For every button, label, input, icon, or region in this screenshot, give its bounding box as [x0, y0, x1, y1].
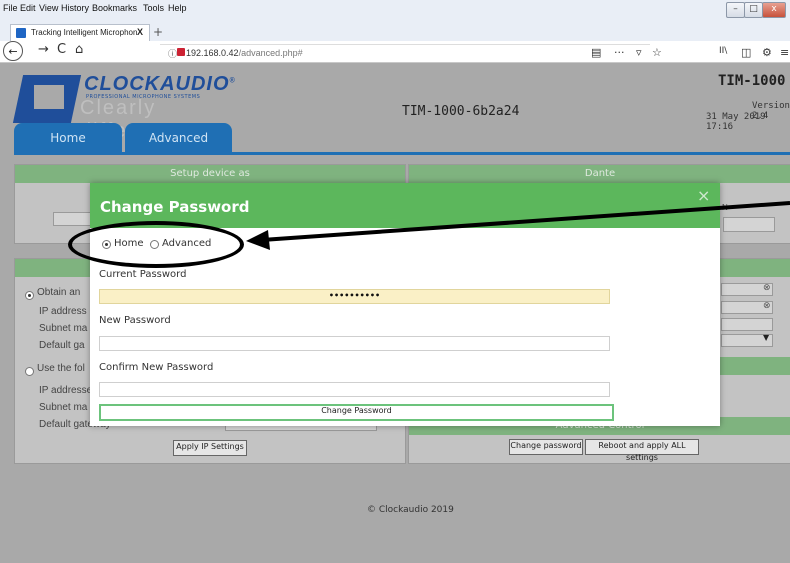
- subnet-mask-label: Subnet ma: [39, 323, 88, 334]
- menu-help[interactable]: Help: [168, 3, 187, 13]
- reader-icon[interactable]: ▤: [591, 46, 601, 59]
- logo-name: CLOCKAUDIO®: [84, 73, 236, 95]
- default-gateway-label: Default ga: [39, 340, 85, 351]
- insecure-lock-icon[interactable]: [177, 48, 185, 56]
- logo-mark-cutout: [34, 85, 64, 109]
- home-icon[interactable]: ⌂: [75, 42, 83, 57]
- tab-advanced[interactable]: Advanced: [125, 123, 232, 153]
- minimize-button[interactable]: –: [726, 2, 745, 18]
- confirm-password-label: Confirm New Password: [99, 362, 214, 373]
- change-password-button[interactable]: Change password: [509, 439, 583, 455]
- static-ip-label: Use the fol: [37, 363, 85, 374]
- back-icon[interactable]: ←: [3, 41, 23, 61]
- addon-icon[interactable]: ⚙: [762, 46, 772, 59]
- clear-icon[interactable]: ⊗: [763, 301, 771, 311]
- clear-icon[interactable]: ⊗: [763, 283, 771, 293]
- static-ip-address-label: IP addresse: [39, 385, 93, 396]
- forward-icon[interactable]: →: [38, 42, 49, 57]
- tab-active[interactable]: Tracking Intelligent Microphon X: [10, 24, 150, 41]
- menu-file[interactable]: File: [3, 3, 18, 13]
- current-password-label: Current Password: [99, 269, 187, 280]
- obtain-ip-label: Obtain an: [37, 287, 81, 298]
- modal-header: Change Password ×: [90, 183, 720, 228]
- static-ip-radio[interactable]: [25, 367, 34, 376]
- new-password-label: New Password: [99, 315, 171, 326]
- setup-device-header: Setup device as: [15, 165, 405, 183]
- confirm-password-input[interactable]: [99, 382, 610, 397]
- clockaudio-logo: CLOCKAUDIO® PROFESSIONAL MICROPHONE SYST…: [12, 73, 238, 142]
- page-actions-icon[interactable]: ···: [614, 46, 625, 59]
- url-text: 192.168.0.42/advanced.php#: [186, 48, 303, 58]
- current-password-input[interactable]: ••••••••••: [99, 289, 610, 304]
- model-title: TIM-1000: [718, 73, 786, 89]
- pocket-icon[interactable]: ▿: [636, 46, 642, 59]
- tabs-underline: [14, 152, 790, 155]
- info-icon[interactable]: ⓘ: [168, 47, 177, 60]
- library-icon[interactable]: II\: [719, 46, 727, 56]
- change-password-submit-button[interactable]: Change Password: [99, 404, 614, 421]
- dante-header: Dante: [409, 165, 790, 183]
- url-host: 192.168.0.42: [186, 48, 239, 58]
- window-close-button[interactable]: x: [762, 2, 786, 18]
- dante-field[interactable]: [723, 217, 775, 232]
- chevron-down-icon[interactable]: ▼: [763, 333, 769, 342]
- change-password-modal: Change Password × Home Advanced Current …: [90, 183, 720, 426]
- new-password-input[interactable]: [99, 336, 610, 351]
- menu-tools[interactable]: Tools: [143, 3, 164, 13]
- ip-address-label: IP address: [39, 306, 87, 317]
- menu-icon[interactable]: ≡: [780, 46, 789, 59]
- sidebar-icon[interactable]: ◫: [741, 46, 751, 59]
- clockaudio-favicon-icon: [16, 28, 26, 38]
- menu-bookmarks[interactable]: Bookmarks: [92, 3, 137, 13]
- footer-copyright: © Clockaudio 2019: [367, 505, 454, 515]
- reload-icon[interactable]: C: [57, 42, 66, 57]
- maximize-button[interactable]: □: [744, 2, 763, 18]
- reboot-button[interactable]: Reboot and apply ALL settings: [585, 439, 699, 462]
- annotation-ellipse: [68, 221, 244, 268]
- menu-bar: File Edit View History Bookmarks Tools H…: [0, 0, 790, 24]
- url-path: /advanced.php#: [238, 48, 303, 58]
- static-subnet-label: Subnet ma: [39, 402, 88, 413]
- url-bar[interactable]: ⓘ 192.168.0.42/advanced.php#: [160, 44, 650, 61]
- setup-device-field[interactable]: [53, 212, 95, 226]
- tab-close-icon[interactable]: X: [137, 27, 143, 37]
- obtain-ip-radio[interactable]: [25, 291, 34, 300]
- dante-setting-field-3[interactable]: [721, 318, 773, 331]
- menu-edit[interactable]: Edit: [20, 3, 36, 13]
- bookmark-star-icon[interactable]: ☆: [652, 46, 662, 59]
- tab-title: Tracking Intelligent Microphon: [31, 28, 138, 37]
- tab-home[interactable]: Home: [14, 123, 122, 153]
- new-tab-button[interactable]: +: [153, 25, 163, 39]
- build-date: 31 May 2019 17:16: [706, 112, 766, 132]
- menu-history[interactable]: History: [61, 3, 89, 13]
- close-icon[interactable]: ×: [697, 186, 710, 205]
- dante-field-label: N: [722, 203, 728, 212]
- window-controls: – □ x: [726, 2, 786, 18]
- apply-ip-settings-button[interactable]: Apply IP Settings: [173, 440, 247, 456]
- menu-view[interactable]: View: [39, 3, 58, 13]
- modal-title: Change Password: [100, 198, 250, 216]
- device-name: TIM-1000-6b2a24: [402, 104, 520, 119]
